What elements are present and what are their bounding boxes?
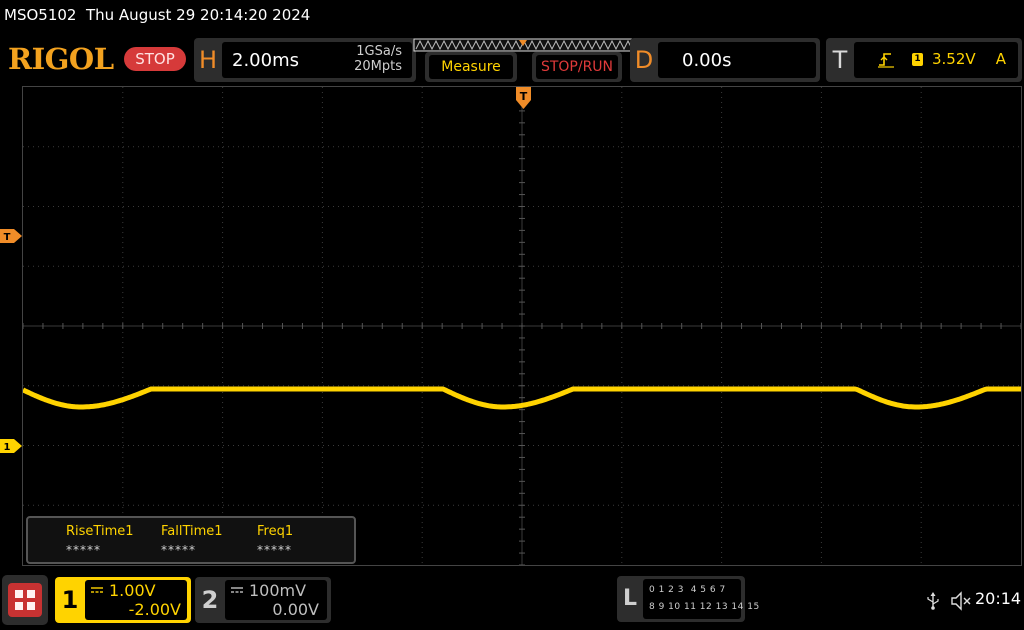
delay-panel[interactable]: D 0.00s (630, 38, 820, 82)
title-bar: MSO5102 Thu August 29 20:14:20 2024 (0, 0, 1024, 34)
trigger-level-marker-label: T (4, 232, 11, 243)
status-clock: 20:14 (975, 589, 1022, 608)
channel1-offset: -2.00V (128, 600, 181, 619)
run-status-badge: STOP (124, 47, 186, 71)
horizontal-letter: H (198, 46, 218, 74)
channel2-offset: 0.00V (272, 600, 319, 619)
trigger-letter: T (832, 46, 848, 74)
channel1-ground-marker: 1 (0, 439, 22, 453)
trigger-source-badge: 1 (912, 53, 923, 66)
menu-icon (8, 583, 42, 617)
channel1-readout: 1.00V -2.00V (85, 580, 187, 620)
measure-button-label: Measure (429, 55, 513, 79)
trigger-mode-value: A (995, 50, 1006, 68)
measurement-rise-time[interactable]: RiseTime1 ***** (66, 524, 134, 557)
logic-analyzer-panel[interactable]: L 0 1 2 3 4 5 6 7 8 9 10 11 12 13 14 15 (617, 576, 759, 622)
timebase-value: 2.00ms (232, 50, 299, 71)
channel2-panel[interactable]: 2 100mV 0.00V (195, 577, 331, 623)
channel1-number: 1 (61, 586, 79, 614)
stop-run-button[interactable]: STOP/RUN (532, 52, 622, 82)
trigger-level-marker: T (0, 229, 22, 243)
rigol-logo: RIGOL (8, 42, 114, 76)
horizontal-readout: 2.00ms 1GSa/s 20Mpts (222, 42, 412, 78)
trigger-level-value: 3.52V (932, 50, 976, 68)
measurement-frequency[interactable]: Freq1 ***** (257, 524, 293, 557)
measurement-label: RiseTime1 (66, 524, 134, 539)
trigger-readout: 1 3.52V A (854, 42, 1018, 78)
measurement-value: ***** (161, 543, 196, 557)
channel2-readout: 100mV 0.00V (225, 580, 327, 620)
main-menu-button[interactable] (2, 575, 48, 625)
usb-icon (927, 592, 939, 610)
trigger-panel[interactable]: T 1 3.52V A (826, 38, 1022, 82)
sample-rate-value: 1GSa/s (356, 44, 402, 59)
measurement-value: ***** (257, 543, 292, 557)
trigger-position-marker-label: T (520, 90, 528, 103)
horizontal-panel[interactable]: H 2.00ms 1GSa/s 20Mpts (194, 38, 416, 82)
logic-analyzer-letter: L (622, 586, 638, 611)
channel1-scale: 1.00V (109, 581, 156, 600)
channel2-number: 2 (201, 586, 219, 614)
graticule (23, 87, 1021, 565)
window-title: MSO5102 Thu August 29 20:14:20 2024 (4, 6, 311, 24)
measurement-value: ***** (66, 543, 101, 557)
measure-button[interactable]: Measure (425, 52, 517, 82)
measurement-label: Freq1 (257, 524, 294, 539)
delay-letter: D (634, 46, 654, 74)
measurement-label: FallTime1 (161, 524, 223, 539)
measurement-fall-time[interactable]: FallTime1 ***** (161, 524, 223, 557)
memory-depth-value: 20Mpts (354, 59, 402, 74)
trigger-position-marker: T (516, 87, 531, 109)
measurement-panel[interactable]: RiseTime1 ***** FallTime1 ***** Freq1 **… (26, 516, 356, 564)
delay-value: 0.00s (682, 50, 732, 71)
channel1-ground-marker-label: 1 (4, 442, 11, 453)
delay-readout: 0.00s (658, 42, 816, 78)
stop-run-button-label: STOP/RUN (536, 55, 618, 79)
dc-coupling-icon (91, 587, 103, 593)
channel2-scale: 100mV (249, 581, 307, 600)
channel1-panel[interactable]: 1 1.00V -2.00V (55, 577, 191, 623)
dc-coupling-icon (231, 587, 243, 593)
bottom-bar: 1 1.00V -2.00V 2 100mV 0.00V L 0 1 2 3 4… (0, 570, 1024, 630)
top-toolbar: RIGOL STOP H 2.00ms 1GSa/s 20Mpts Measur… (0, 34, 1024, 84)
logic-channels-readout: 0 1 2 3 4 5 6 7 8 9 10 11 12 13 14 15 (643, 579, 759, 619)
logic-channels-row1: 0 1 2 3 4 5 6 7 (649, 585, 726, 595)
trigger-edge-icon (878, 53, 894, 68)
memory-position-ruler (413, 38, 635, 52)
waveform-display[interactable] (22, 86, 1022, 566)
speaker-muted-icon[interactable] (950, 591, 972, 611)
logic-channels-row2: 8 9 10 11 12 13 14 15 (649, 602, 760, 612)
